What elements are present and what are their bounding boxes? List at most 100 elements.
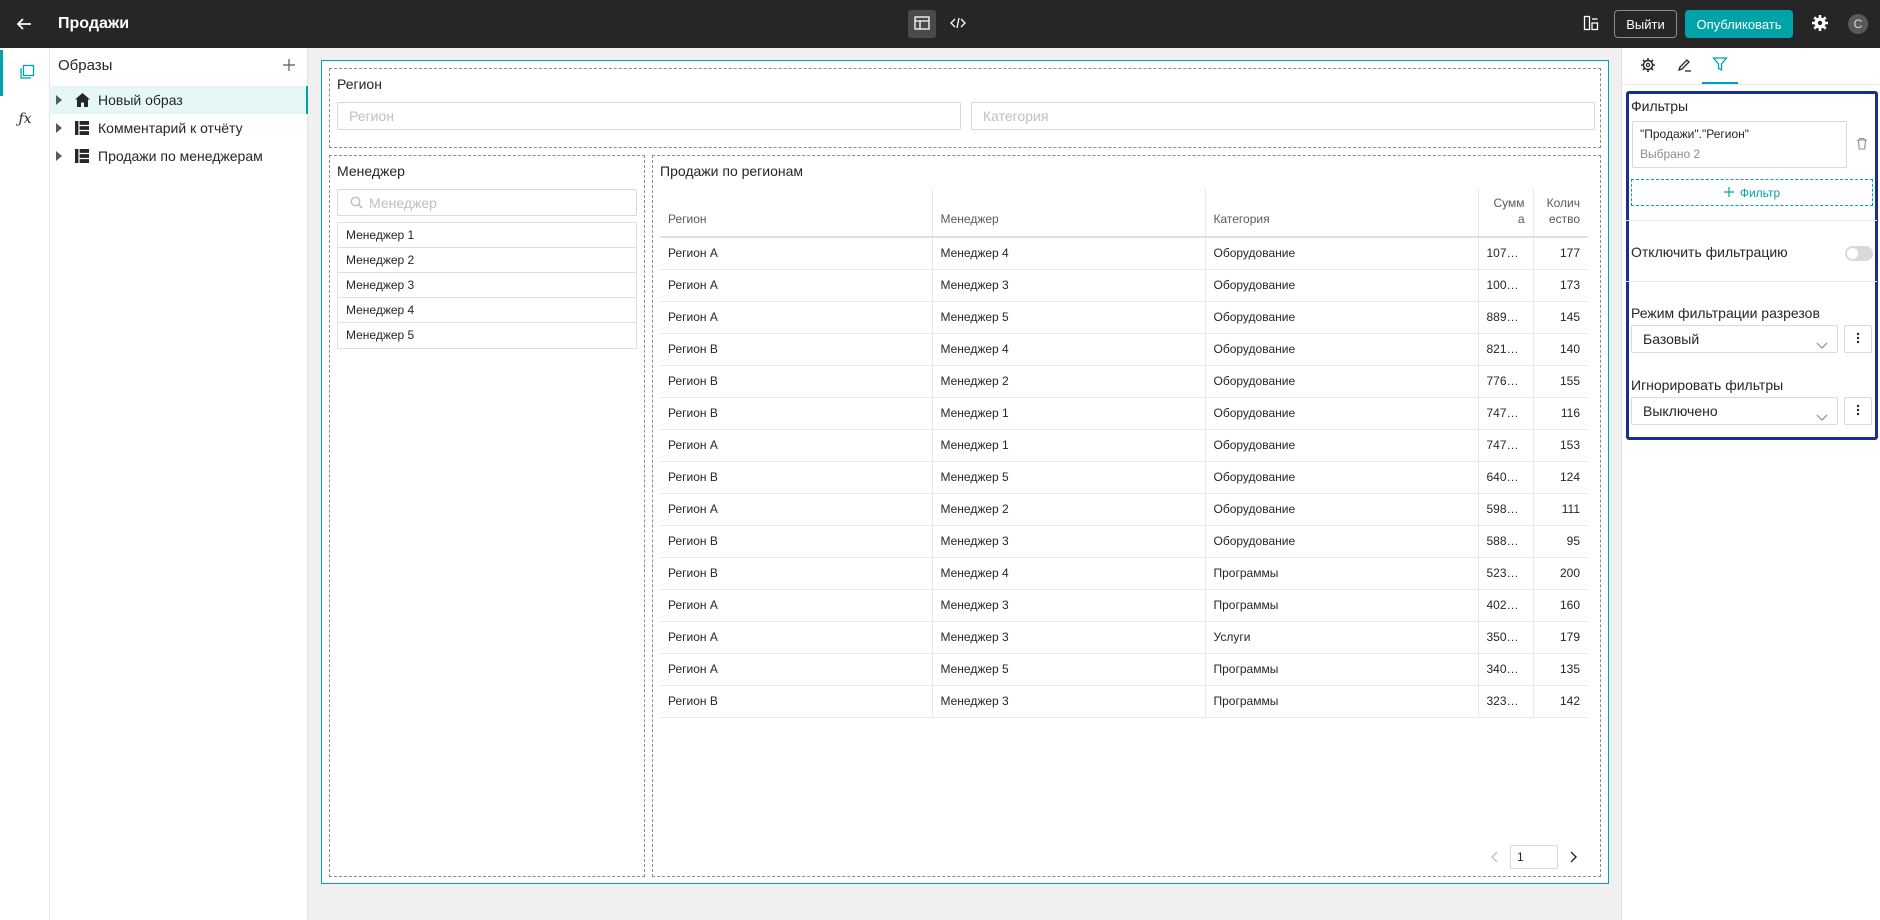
table-header-row: Регион Менеджер Категория Сумм а Колич е… (660, 189, 1588, 238)
table-row[interactable]: Регион А Менеджер 2 Оборудование 5980… 111 (660, 493, 1588, 526)
manager-search-input[interactable]: Менеджер (337, 189, 637, 216)
slice-mode-select[interactable]: Базовый (1631, 325, 1838, 353)
table-row[interactable]: Регион В Менеджер 5 Оборудование 6409… 124 (660, 461, 1588, 494)
region-select[interactable]: Регион (337, 102, 961, 130)
pagination: 1 (1484, 845, 1584, 869)
caret-right-icon[interactable] (56, 151, 66, 161)
properties-panel: Фильтры "Продажи"."Регион" Выбрано 2 Фил… (1621, 48, 1880, 920)
table-cell: 173 (1533, 269, 1588, 302)
list-item[interactable]: Менеджер 4 (338, 298, 636, 323)
table-row[interactable]: Регион А Менеджер 3 Оборудование 1002… 173 (660, 269, 1588, 302)
table-cell: Регион В (660, 685, 933, 718)
table-row[interactable]: Регион В Менеджер 2 Оборудование 7760… 155 (660, 365, 1588, 398)
region-filter-block[interactable]: Регион Регион Категория (329, 68, 1601, 148)
delete-filter-button[interactable] (1851, 134, 1873, 156)
table-cell: Оборудование (1205, 365, 1479, 398)
list-item[interactable]: Менеджер 2 (338, 248, 636, 273)
table-cell: Услуги (1205, 621, 1479, 654)
column-header[interactable]: Регион (660, 189, 933, 238)
report-canvas[interactable]: Регион Регион Категория Менеджер Менедже… (321, 60, 1609, 884)
table-row[interactable]: Регион В Менеджер 3 Оборудование 5889… 95 (660, 525, 1588, 558)
design-mode-button[interactable] (908, 10, 936, 38)
table-cell: Оборудование (1205, 525, 1479, 558)
table-row[interactable]: Регион В Менеджер 1 Оборудование 7471… 116 (660, 397, 1588, 430)
table-cell: 200 (1533, 557, 1588, 590)
table-row[interactable]: Регион В Менеджер 4 Программы 5234… 200 (660, 557, 1588, 590)
layout-panel-button[interactable] (1577, 10, 1605, 38)
ignore-filters-more-button[interactable] (1844, 397, 1872, 425)
table-row[interactable]: Регион А Менеджер 5 Программы 3409… 135 (660, 653, 1588, 686)
list-item[interactable]: Менеджер 1 (338, 223, 636, 248)
plus-icon (1723, 186, 1734, 200)
column-header[interactable]: Менеджер (932, 189, 1206, 238)
table-cell: Регион А (660, 493, 933, 526)
copy-pages-icon (19, 64, 35, 83)
tab-settings[interactable] (1630, 48, 1666, 84)
tab-filters[interactable] (1702, 48, 1738, 84)
list-item[interactable]: Менеджер 3 (338, 273, 636, 298)
add-image-button[interactable] (279, 56, 299, 76)
user-avatar[interactable]: С (1848, 14, 1868, 34)
tree-item-sales-by-managers[interactable]: Продажи по менеджерам (50, 142, 308, 170)
code-mode-button[interactable] (944, 10, 972, 38)
column-header[interactable]: Колич ество (1533, 189, 1588, 238)
publish-button[interactable]: Опубликовать (1685, 10, 1793, 38)
layout-grid-icon (914, 15, 930, 33)
manager-filter-block[interactable]: Менеджер Менеджер Менеджер 1 Менеджер 2 … (329, 155, 645, 877)
category-select[interactable]: Категория (971, 102, 1595, 130)
table-row[interactable]: Регион В Менеджер 4 Оборудование 8210… 140 (660, 333, 1588, 366)
home-icon (74, 92, 90, 108)
code-icon (950, 16, 966, 33)
table-cell: 140 (1533, 333, 1588, 366)
table-row[interactable]: Регион В Менеджер 3 Программы 3236… 142 (660, 685, 1588, 718)
sales-table-block[interactable]: Продажи по регионам Регион Менеджер Кате… (652, 155, 1601, 877)
prev-page-icon[interactable] (1484, 847, 1504, 867)
table-row[interactable]: Регион А Менеджер 4 Оборудование 1074… 177 (660, 237, 1588, 270)
exit-button[interactable]: Выйти (1614, 10, 1677, 38)
back-arrow-icon[interactable] (12, 12, 36, 36)
disable-filter-toggle[interactable] (1845, 246, 1873, 261)
table-cell: Оборудование (1205, 461, 1479, 494)
table-icon (74, 148, 90, 164)
sales-table: Регион Менеджер Категория Сумм а Колич е… (660, 189, 1588, 718)
table-cell: 155 (1533, 365, 1588, 398)
caret-right-icon[interactable] (56, 95, 66, 105)
column-header[interactable]: Сумм а (1478, 189, 1534, 238)
tree-item-new-image[interactable]: Новый образ (50, 86, 308, 114)
ignore-filters-select[interactable]: Выключено (1631, 397, 1838, 425)
list-item[interactable]: Менеджер 5 (338, 323, 636, 348)
divider (1625, 281, 1877, 282)
filter-card[interactable]: "Продажи"."Регион" Выбрано 2 (1632, 121, 1847, 168)
next-page-icon[interactable] (1564, 847, 1584, 867)
tab-style[interactable] (1666, 48, 1702, 84)
table-cell: Менеджер 3 (932, 621, 1206, 654)
table-row[interactable]: Регион А Менеджер 5 Оборудование 8891… 145 (660, 301, 1588, 334)
table-row[interactable]: Регион А Менеджер 3 Программы 4027… 160 (660, 589, 1588, 622)
table-cell: 4027… (1478, 589, 1534, 622)
table-cell: 116 (1533, 397, 1588, 430)
column-header[interactable]: Категория (1205, 189, 1479, 238)
report-title: Продажи (58, 15, 130, 32)
table-row[interactable]: Регион А Менеджер 1 Оборудование 7470… 153 (660, 429, 1588, 462)
caret-right-icon[interactable] (56, 123, 66, 133)
layout-panel-icon (1583, 15, 1599, 34)
table-cell: Оборудование (1205, 397, 1479, 430)
filter-settings-section: Фильтры "Продажи"."Регион" Выбрано 2 Фил… (1625, 91, 1878, 440)
table-cell: Оборудование (1205, 237, 1479, 270)
table-cell: 145 (1533, 301, 1588, 334)
table-cell: Регион В (660, 461, 933, 494)
chevron-down-icon (1816, 333, 1828, 349)
search-icon (350, 196, 363, 209)
formula-tab[interactable]: ƒx (0, 96, 50, 142)
page-number-input[interactable]: 1 (1510, 845, 1558, 869)
filters-heading: Фильтры (1631, 98, 1689, 114)
table-row[interactable]: Регион А Менеджер 3 Услуги 3500… 179 (660, 621, 1588, 654)
table-cell: Программы (1205, 557, 1479, 590)
tree-item-report-comment[interactable]: Комментарий к отчёту (50, 114, 308, 142)
more-vertical-icon (1856, 331, 1860, 347)
images-tab[interactable] (0, 50, 50, 96)
settings-button[interactable] (1806, 10, 1834, 38)
add-filter-button[interactable]: Фильтр (1631, 179, 1873, 206)
table-cell: Оборудование (1205, 301, 1479, 334)
slice-mode-more-button[interactable] (1844, 325, 1872, 353)
